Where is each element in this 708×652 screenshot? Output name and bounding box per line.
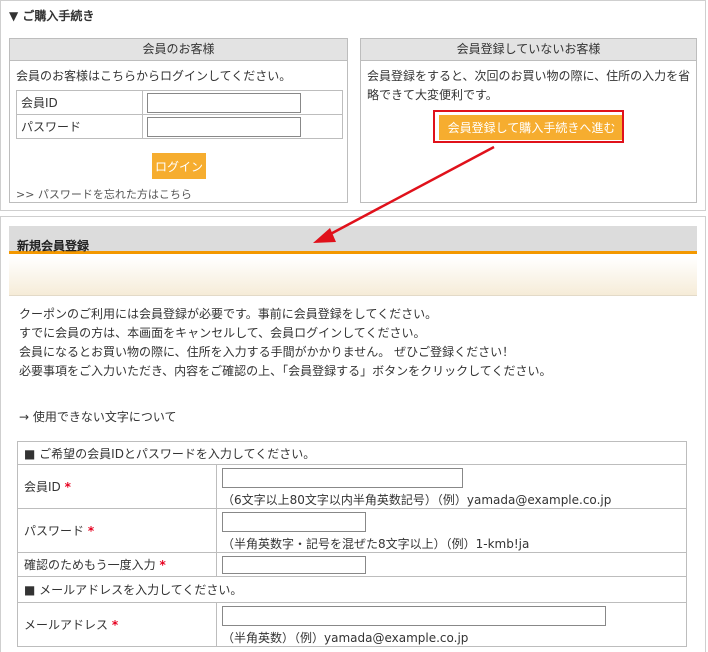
required-mark: * — [64, 480, 71, 494]
member-login-prompt: 会員のお客様はこちらからログインしてください。 — [16, 69, 292, 83]
registration-form: ■ ご希望の会員IDとパスワードを入力してください。 会員ID * （6文字以上… — [17, 441, 687, 647]
password-label: パスワード — [24, 524, 85, 538]
password-confirm-field-cell — [216, 552, 687, 577]
member-login-heading: 会員のお客様 — [10, 39, 347, 61]
password-confirm-label-cell: 確認のためもう一度入力 * — [17, 552, 217, 577]
password-hint: （半角英数字・記号を混ぜた8文字以上）（例）1-kmb!ja — [222, 537, 530, 551]
guest-heading: 会員登録していないお客様 — [361, 39, 696, 61]
intro-line-2: すでに会員の方は、本画面をキャンセルして、会員ログインしてください。 — [19, 326, 426, 340]
registration-panel: 新規会員登録 クーポンのご利用には会員登録が必要です。事前に会員登録をしてくださ… — [0, 216, 706, 652]
id-password-group-heading: ■ ご希望の会員IDとパスワードを入力してください。 — [17, 441, 687, 465]
email-hint: （半角英数）（例）yamada@example.co.jp — [222, 631, 469, 645]
registration-title: 新規会員登録 — [17, 239, 90, 253]
password-label-cell: パスワード * — [17, 508, 217, 553]
registration-header: 新規会員登録 — [9, 226, 697, 254]
registration-intro: クーポンのご利用には会員登録が必要です。事前に会員登録をしてください。 すでに会… — [19, 305, 551, 381]
purchase-title: ▼ ご購入手続き — [9, 9, 95, 23]
required-mark: * — [111, 618, 119, 632]
login-id-input[interactable] — [147, 92, 301, 113]
forgot-password-link[interactable]: >> パスワードを忘れた方はこちら — [16, 186, 192, 202]
guest-description: 会員登録をすると、次回のお買い物の際に、住所の入力を省 略できて大変便利です。 — [367, 67, 690, 105]
intro-line-1: クーポンのご利用には会員登録が必要です。事前に会員登録をしてください。 — [19, 307, 438, 321]
member-id-label-cell: 会員ID * — [17, 464, 217, 509]
member-id-input[interactable] — [222, 468, 463, 488]
email-label-cell: メールアドレス * — [17, 602, 217, 647]
intro-line-4: 必要事項をご入力いただき、内容をご確認の上、「会員登録する」ボタンをクリックして… — [19, 364, 552, 378]
login-id-label: 会員ID — [16, 90, 143, 115]
guest-description-line2: 略できて大変便利です。 — [367, 88, 498, 102]
required-mark: * — [159, 558, 166, 572]
member-id-hint: （6文字以上80文字以内半角英数記号）（例）yamada@example.co.… — [222, 493, 612, 507]
member-id-field-cell: （6文字以上80文字以内半角英数記号）（例）yamada@example.co.… — [216, 464, 687, 509]
email-input[interactable] — [222, 606, 606, 626]
registration-header-band — [9, 257, 697, 296]
intro-line-3: 会員になるとお買い物の際に、住所を入力する手間がかかりません。 ぜひご登録くださ… — [19, 345, 515, 359]
email-field-cell: （半角英数）（例）yamada@example.co.jp — [216, 602, 687, 647]
login-button[interactable]: ログイン — [152, 153, 206, 179]
purchase-panel: ▼ ご購入手続き 会員のお客様 会員のお客様はこちらからログインしてください。 … — [0, 0, 706, 211]
member-id-label: 会員ID — [24, 480, 61, 494]
login-table: 会員ID パスワード — [16, 90, 343, 139]
email-label: メールアドレス — [24, 618, 109, 632]
password-confirm-input[interactable] — [222, 556, 366, 574]
email-group-heading: ■ メールアドレスを入力してください。 — [17, 576, 687, 603]
member-login-box: 会員のお客様 会員のお客様はこちらからログインしてください。 会員ID パスワー… — [9, 38, 348, 203]
guest-description-line1: 会員登録をすると、次回のお買い物の際に、住所の入力を省 — [367, 69, 691, 83]
highlight-annotation — [433, 110, 624, 143]
password-input[interactable] — [222, 512, 366, 532]
password-field-cell: （半角英数字・記号を混ぜた8文字以上）（例）1-kmb!ja — [216, 508, 687, 553]
invalid-characters-link[interactable]: → 使用できない文字について — [19, 408, 177, 425]
login-password-label: パスワード — [16, 114, 143, 139]
required-mark: * — [87, 524, 95, 538]
password-confirm-label: 確認のためもう一度入力 — [24, 558, 156, 572]
login-password-input[interactable] — [147, 116, 301, 137]
